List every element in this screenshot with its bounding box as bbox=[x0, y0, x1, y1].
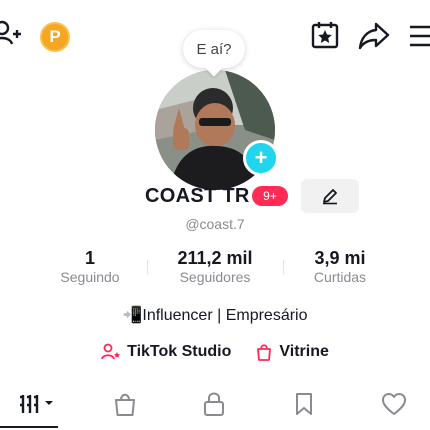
profile-handle: @coast.7 bbox=[185, 216, 245, 232]
stat-followers-label: Seguidores bbox=[179, 269, 251, 285]
stat-likes[interactable]: 3,9 mi Curtidas bbox=[295, 248, 385, 285]
edit-profile-button[interactable] bbox=[301, 179, 359, 213]
stat-divider bbox=[147, 260, 148, 274]
grid-icon bbox=[20, 395, 53, 413]
stat-following-label: Seguindo bbox=[60, 269, 120, 285]
add-story-button[interactable]: + bbox=[243, 140, 279, 176]
tab-shop[interactable] bbox=[105, 386, 145, 422]
shopping-bag-icon bbox=[257, 344, 272, 361]
profile-tab-bar bbox=[0, 386, 430, 430]
tab-videos[interactable] bbox=[18, 386, 58, 422]
notification-badge[interactable]: 9+ bbox=[252, 186, 288, 206]
share-icon[interactable] bbox=[358, 20, 390, 50]
profile-name: COAST TR bbox=[145, 185, 250, 207]
tab-liked[interactable] bbox=[374, 386, 414, 422]
add-user-icon[interactable] bbox=[0, 18, 22, 48]
shopping-bag-icon bbox=[115, 393, 135, 416]
menu-icon[interactable] bbox=[408, 22, 430, 50]
stat-likes-value: 3,9 mi bbox=[314, 248, 366, 268]
tab-private[interactable] bbox=[194, 386, 234, 422]
heart-icon bbox=[382, 393, 406, 415]
profile-links: TikTok Studio Vitrine bbox=[0, 343, 430, 361]
points-badge[interactable]: P bbox=[40, 22, 70, 52]
active-tab-indicator bbox=[0, 426, 58, 428]
vitrine-label: Vitrine bbox=[279, 343, 329, 360]
tab-saved[interactable] bbox=[284, 386, 324, 422]
vitrine-link[interactable]: Vitrine bbox=[255, 343, 329, 361]
stat-likes-label: Curtidas bbox=[313, 269, 367, 285]
tiktok-studio-link[interactable]: TikTok Studio bbox=[101, 343, 231, 361]
stat-following[interactable]: 1 Seguindo bbox=[45, 248, 135, 285]
lock-icon bbox=[204, 392, 224, 416]
stat-followers[interactable]: 211,2 mil Seguidores bbox=[160, 248, 270, 285]
stat-followers-value: 211,2 mil bbox=[177, 248, 253, 268]
stat-divider bbox=[283, 260, 284, 274]
user-star-icon bbox=[101, 343, 121, 360]
pencil-icon bbox=[323, 189, 337, 205]
profile-bio: 📲Influencer | Empresário bbox=[122, 307, 308, 324]
calendar-star-icon[interactable] bbox=[310, 20, 340, 50]
bookmark-icon bbox=[296, 393, 312, 415]
stat-following-value: 1 bbox=[84, 248, 95, 268]
tiktok-studio-label: TikTok Studio bbox=[127, 343, 232, 360]
